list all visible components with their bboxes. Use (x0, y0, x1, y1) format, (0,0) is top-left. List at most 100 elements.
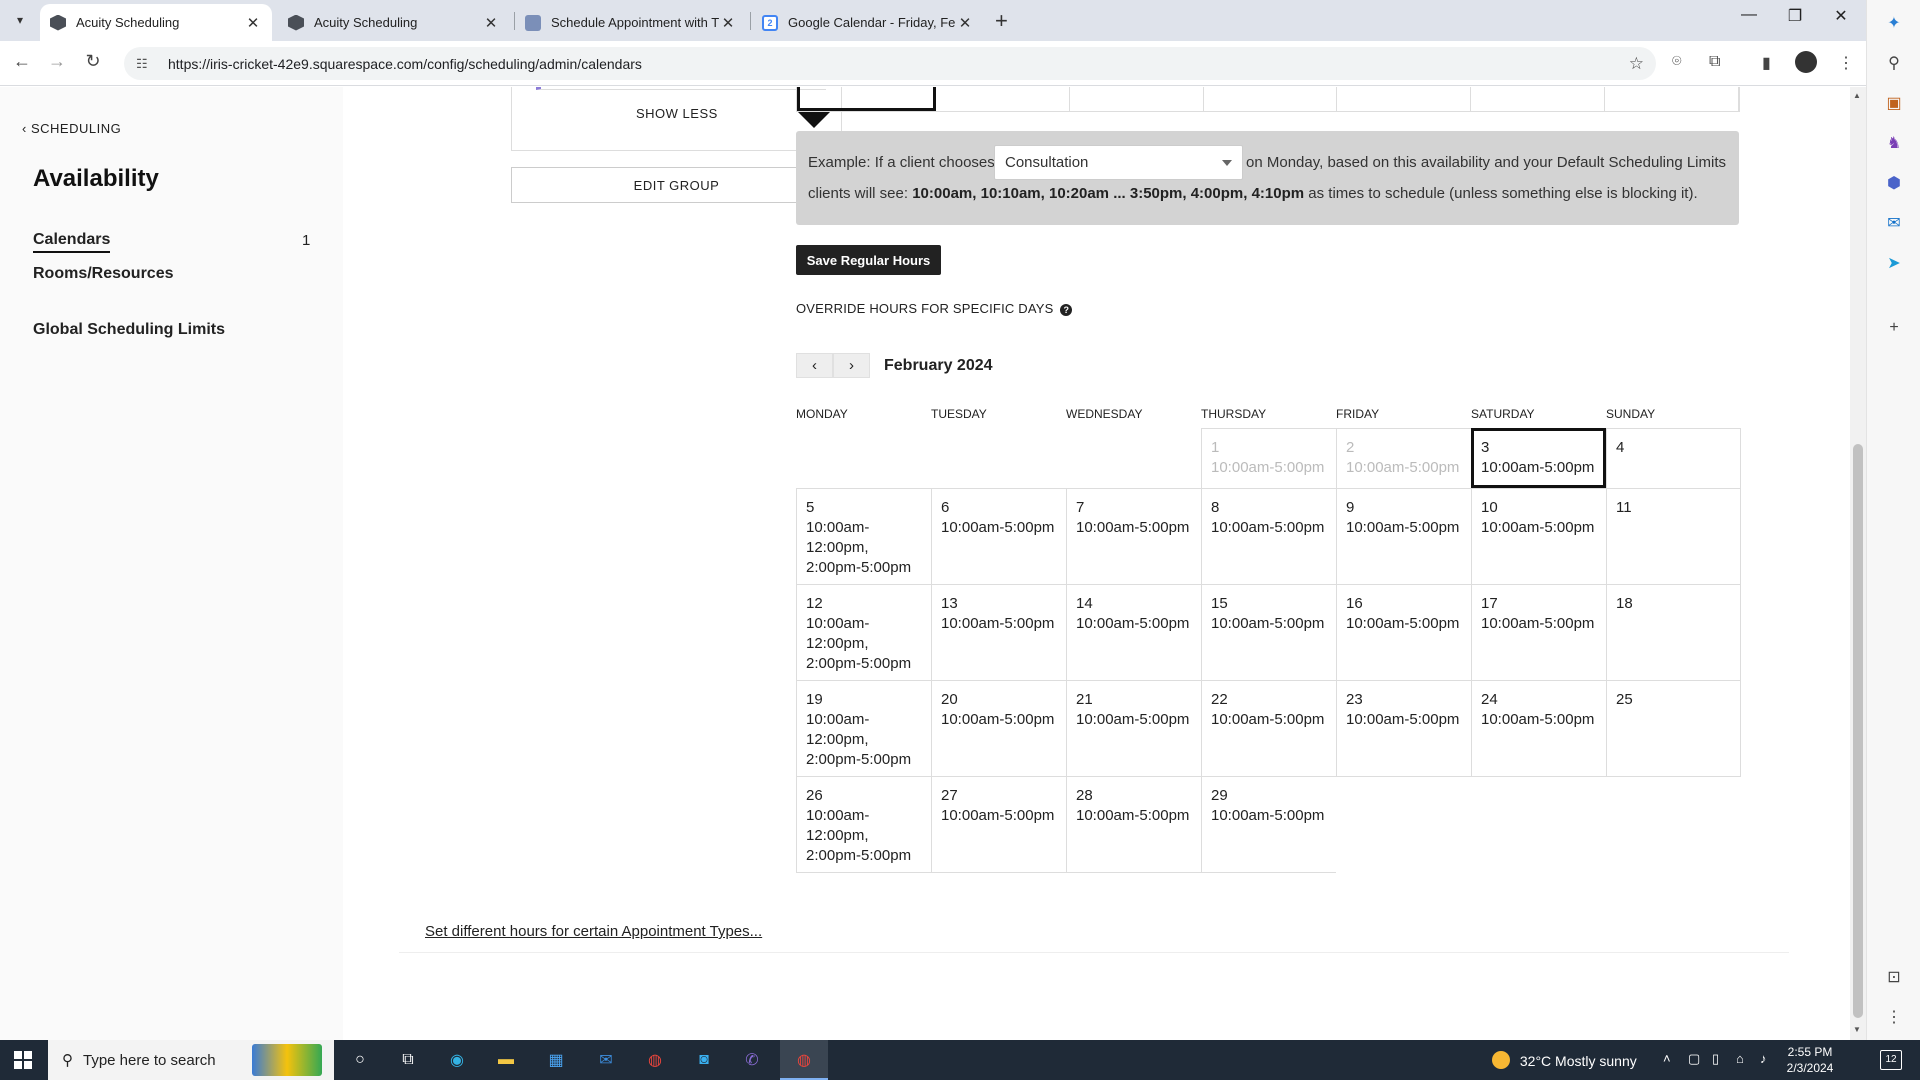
sidebar-item-calendars[interactable]: Calendars (33, 231, 111, 253)
next-month-chevron-icon[interactable]: › (833, 353, 870, 378)
calendar-day-cell[interactable]: 21 10:00am-5:00pm (1066, 680, 1201, 776)
camera-icon[interactable]: ⌾ (1672, 53, 1682, 71)
regular-hours-day-selected[interactable] (797, 87, 936, 111)
calendar-day-cell[interactable]: 17 10:00am-5:00pm (1471, 584, 1606, 680)
reload-icon[interactable]: ↻ (81, 51, 105, 72)
calendar-day-cell[interactable]: 20 10:00am-5:00pm (931, 680, 1066, 776)
profile-avatar[interactable] (1795, 51, 1817, 73)
screen-icon[interactable]: ⊡ (1884, 968, 1904, 988)
site-settings-icon[interactable]: ☷ (136, 56, 152, 72)
mail-icon[interactable]: ✉ (594, 1048, 618, 1072)
chrome-active-icon[interactable]: ◍ (792, 1048, 816, 1072)
minimize-icon[interactable]: — (1726, 6, 1772, 24)
games-icon[interactable]: ♞ (1884, 134, 1904, 154)
back-arrow-icon[interactable]: ← (10, 51, 34, 72)
browser-tab-1[interactable]: Acuity Scheduling ✕ (40, 4, 272, 41)
calendar-day-cell[interactable]: 28 10:00am-5:00pm (1066, 776, 1201, 873)
scroll-down-arrow-icon[interactable]: ▼ (1853, 1025, 1861, 1034)
scroll-up-arrow-icon[interactable]: ▲ (1853, 91, 1861, 100)
calendar-day-cell[interactable]: 13 10:00am-5:00pm (931, 584, 1066, 680)
bookmark-star-icon[interactable]: ☆ (1629, 54, 1644, 74)
meet-icon[interactable]: ▢ (1688, 1051, 1700, 1067)
calendar-day-cell[interactable]: 24 10:00am-5:00pm (1471, 680, 1606, 776)
cortana-icon[interactable]: ○ (348, 1048, 372, 1072)
regular-hours-day[interactable] (1070, 87, 1204, 111)
browser-tab-4[interactable]: 2 Google Calendar - Friday, Febru ✕ (752, 4, 984, 41)
calendar-day-cell[interactable]: 3 10:00am-5:00pm (1471, 428, 1606, 488)
calendar-day-cell[interactable]: 15 10:00am-5:00pm (1201, 584, 1336, 680)
outlook-icon[interactable]: ✉ (1884, 214, 1904, 234)
calendar-day-cell[interactable]: 25 (1606, 680, 1741, 776)
close-icon[interactable]: ✕ (244, 14, 262, 32)
new-tab-plus-icon[interactable]: + (995, 8, 1008, 34)
viber-icon[interactable]: ✆ (740, 1048, 764, 1072)
calendar-day-cell[interactable]: 23 10:00am-5:00pm (1336, 680, 1471, 776)
drop-icon[interactable]: ➤ (1884, 254, 1904, 274)
appointment-type-select[interactable]: Consultation (994, 145, 1243, 180)
task-view-icon[interactable]: ⧉ (396, 1048, 420, 1072)
sidebar-item-rooms-resources[interactable]: Rooms/Resources (33, 265, 174, 283)
calendar-day-cell[interactable]: 29 10:00am-5:00pm (1201, 776, 1336, 873)
window-close-icon[interactable]: ✕ (1818, 6, 1864, 26)
regular-hours-day[interactable] (1471, 87, 1606, 111)
calendar-day-cell[interactable]: 14 10:00am-5:00pm (1066, 584, 1201, 680)
edit-group-button[interactable]: EDIT GROUP (511, 167, 842, 203)
more-menu-icon[interactable]: ⋮ (1838, 53, 1854, 73)
volume-icon[interactable]: ♪ (1760, 1051, 1767, 1066)
chevron-up-icon[interactable]: ˄ (1663, 1051, 1671, 1066)
file-explorer-icon[interactable]: ▬ (494, 1048, 518, 1072)
close-icon[interactable]: ✕ (482, 14, 500, 32)
side-panel-icon[interactable]: ▮ (1762, 53, 1771, 73)
help-question-icon[interactable]: ? (1060, 304, 1073, 316)
store-icon[interactable]: ▦ (544, 1048, 568, 1072)
tab-search-chevron-icon[interactable]: ▾ (8, 8, 32, 32)
taskbar-search-box[interactable]: ⚲ Type here to search (48, 1040, 334, 1080)
calendar-day-cell[interactable]: 12 10:00am-12:00pm, 2:00pm-5:00pm (796, 584, 931, 680)
calendar-day-cell[interactable]: 9 10:00am-5:00pm (1336, 488, 1471, 584)
taskbar-clock[interactable]: 2:55 PM 2/3/2024 (1770, 1044, 1850, 1076)
regular-hours-day[interactable] (1204, 87, 1338, 111)
extensions-icon[interactable]: ⧉ (1709, 53, 1720, 71)
battery-icon[interactable]: ▯ (1712, 1051, 1719, 1067)
network-icon[interactable]: ⌂ (1736, 1051, 1744, 1066)
calendar-day-cell[interactable]: 19 10:00am-12:00pm, 2:00pm-5:00pm (796, 680, 931, 776)
chrome-icon[interactable]: ◍ (643, 1048, 667, 1072)
calendar-day-cell[interactable]: 8 10:00am-5:00pm (1201, 488, 1336, 584)
microsoft-365-icon[interactable]: ⬢ (1884, 174, 1904, 194)
restore-icon[interactable]: ❐ (1772, 6, 1818, 26)
calendar-day-cell[interactable]: 26 10:00am-12:00pm, 2:00pm-5:00pm (796, 776, 931, 873)
show-less-link[interactable]: SHOW LESS (636, 106, 718, 121)
calendar-day-cell[interactable]: 5 10:00am-12:00pm, 2:00pm-5:00pm (796, 488, 931, 584)
close-icon[interactable]: ✕ (719, 14, 737, 32)
calendar-day-cell[interactable]: 11 (1606, 488, 1741, 584)
calendar-day-cell[interactable]: 2 10:00am-5:00pm (1336, 428, 1471, 488)
edge-icon[interactable]: ◉ (445, 1048, 469, 1072)
calendar-day-cell[interactable]: 1 10:00am-5:00pm (1201, 428, 1336, 488)
calendar-day-cell[interactable]: 4 (1606, 428, 1741, 488)
address-bar[interactable]: ☷ https://iris-cricket-42e9.squarespace.… (124, 47, 1656, 80)
calendar-day-cell[interactable]: 7 10:00am-5:00pm (1066, 488, 1201, 584)
previous-month-chevron-icon[interactable]: ‹ (796, 353, 833, 378)
browser-tab-2[interactable]: Acuity Scheduling ✕ (278, 4, 510, 41)
calendar-day-cell[interactable]: 10 10:00am-5:00pm (1471, 488, 1606, 584)
url-text[interactable]: https://iris-cricket-42e9.squarespace.co… (168, 56, 642, 72)
set-different-hours-link[interactable]: Set different hours for certain Appointm… (425, 923, 762, 940)
close-icon[interactable]: ✕ (956, 14, 974, 32)
calendar-day-cell[interactable]: 22 10:00am-5:00pm (1201, 680, 1336, 776)
copilot-icon[interactable]: ✦ (1884, 14, 1904, 34)
weather-widget[interactable]: 32°C Mostly sunny (1492, 1051, 1637, 1069)
add-plus-icon[interactable]: + (1884, 318, 1904, 338)
regular-hours-day[interactable] (1337, 87, 1472, 111)
calendar-day-cell[interactable]: 16 10:00am-5:00pm (1336, 584, 1471, 680)
sidebar-item-global-scheduling-limits[interactable]: Global Scheduling Limits (33, 321, 225, 339)
settings-dots-icon[interactable]: ⋮ (1884, 1008, 1904, 1028)
calendar-day-cell[interactable]: 27 10:00am-5:00pm (931, 776, 1066, 873)
shopping-icon[interactable]: ▣ (1884, 94, 1904, 114)
calendar-day-cell[interactable]: 6 10:00am-5:00pm (931, 488, 1066, 584)
camera-app-icon[interactable]: ◙ (692, 1048, 716, 1072)
notification-center-icon[interactable]: 12 (1880, 1050, 1902, 1070)
regular-hours-day[interactable] (936, 87, 1070, 111)
save-regular-hours-button[interactable]: Save Regular Hours (796, 245, 941, 275)
forward-arrow-icon[interactable]: → (45, 51, 69, 72)
back-to-scheduling-link[interactable]: ‹ SCHEDULING (22, 121, 121, 136)
